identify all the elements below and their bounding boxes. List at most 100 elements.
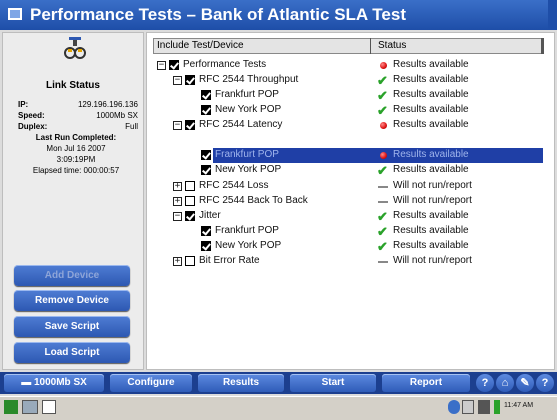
row-status: Will not run/report: [393, 195, 472, 206]
ip-row: IP: 129.196.196.136: [18, 100, 138, 111]
tree-row[interactable]: New York POP ✔ Results available: [153, 104, 543, 118]
row-name: Frankfurt POP: [215, 149, 279, 160]
start-menu-icon[interactable]: [4, 400, 18, 414]
tree-row[interactable]: − RFC 2544 Throughput ✔ Results availabl…: [153, 74, 543, 88]
column-header-status[interactable]: Status: [378, 40, 406, 51]
row-status: Results available: [393, 210, 469, 221]
keyboard-icon[interactable]: [22, 400, 38, 414]
row-status: Results available: [393, 59, 469, 70]
expand-toggle[interactable]: +: [173, 257, 182, 266]
title-bar-edge: [548, 0, 557, 30]
remove-device-button[interactable]: Remove Device: [14, 290, 130, 311]
check-icon: ✔: [377, 224, 388, 239]
include-checkbox[interactable]: [185, 181, 195, 191]
report-button[interactable]: Report: [382, 374, 470, 392]
home-icon[interactable]: ⌂: [496, 374, 514, 392]
row-name: Performance Tests: [183, 59, 267, 70]
collapse-toggle[interactable]: −: [173, 121, 182, 130]
row-status: Results available: [393, 119, 469, 130]
row-name: New York POP: [215, 104, 282, 115]
row-status: Results available: [393, 225, 469, 236]
add-device-button[interactable]: Add Device: [14, 265, 130, 286]
row-name: RFC 2544 Loss: [199, 180, 269, 191]
include-checkbox[interactable]: [185, 211, 195, 221]
include-checkbox[interactable]: [201, 150, 211, 160]
speed-row: Speed: 1000Mb SX: [18, 111, 138, 122]
tree-row[interactable]: − Jitter ✔ Results available: [153, 210, 543, 224]
collapse-toggle[interactable]: −: [173, 76, 182, 85]
row-name: RFC 2544 Latency: [199, 119, 283, 130]
tree-row-selected[interactable]: Frankfurt POP Results available: [153, 149, 543, 163]
include-checkbox[interactable]: [201, 165, 211, 175]
expand-toggle[interactable]: +: [173, 197, 182, 206]
window-icon: [8, 8, 22, 20]
column-end-marker: [541, 38, 544, 54]
duplex-label: Duplex:: [18, 122, 48, 131]
tree-row[interactable]: New York POP ✔ Results available: [153, 164, 543, 178]
ip-label: IP:: [18, 100, 29, 109]
speed-value: 1000Mb SX: [96, 111, 138, 120]
check-icon: ✔: [377, 88, 388, 103]
red-dot-icon: [377, 150, 389, 162]
save-script-button[interactable]: Save Script: [14, 316, 130, 337]
column-header-include[interactable]: Include Test/Device: [157, 40, 244, 51]
include-checkbox[interactable]: [201, 90, 211, 100]
row-name: Frankfurt POP: [215, 89, 279, 100]
red-dot-icon: [377, 60, 389, 72]
expand-toggle[interactable]: +: [173, 182, 182, 191]
help-icon[interactable]: ?: [476, 374, 494, 392]
include-checkbox[interactable]: [201, 226, 211, 236]
extra-help-icon[interactable]: ?: [536, 374, 554, 392]
tree-row[interactable]: + RFC 2544 Back To Back Will not run/rep…: [153, 195, 543, 209]
collapse-toggle[interactable]: −: [173, 212, 182, 221]
volume-icon[interactable]: [478, 400, 490, 414]
speed-label: Speed:: [18, 111, 45, 120]
tree-row[interactable]: + RFC 2544 Loss Will not run/report: [153, 180, 543, 194]
tree-row[interactable]: − Performance Tests Results available: [153, 59, 543, 73]
port-icon: ▬: [21, 377, 34, 388]
red-dot-icon: [377, 120, 389, 132]
load-script-button[interactable]: Load Script: [14, 342, 130, 363]
wrench-icon[interactable]: ✎: [516, 374, 534, 392]
check-icon: ✔: [377, 73, 388, 88]
row-name: New York POP: [215, 240, 282, 251]
row-status: Results available: [393, 104, 469, 115]
battery-icon: [494, 400, 500, 414]
row-status: Will not run/report: [393, 180, 472, 191]
row-status: Results available: [393, 74, 469, 85]
tree-row[interactable]: − RFC 2544 Latency Results available: [153, 119, 543, 133]
row-name: RFC 2544 Back To Back: [199, 195, 308, 206]
last-run-date: Mon Jul 16 2007: [46, 144, 106, 153]
row-name: Jitter: [199, 210, 221, 221]
last-run-time: 3:09:19PM: [56, 155, 96, 164]
duplex-row: Duplex: Full: [18, 122, 138, 133]
include-checkbox[interactable]: [169, 60, 179, 70]
tree-row[interactable]: Frankfurt POP ✔ Results available: [153, 89, 543, 103]
last-run-label: Last Run Completed:: [35, 133, 117, 142]
tree-row[interactable]: New York POP ✔ Results available: [153, 240, 543, 254]
check-icon: ✔: [377, 103, 388, 118]
include-checkbox[interactable]: [201, 241, 211, 251]
window-switch-icon[interactable]: [42, 400, 56, 414]
device-icon[interactable]: [462, 400, 474, 414]
start-button[interactable]: Start: [290, 374, 376, 392]
include-checkbox[interactable]: [185, 120, 195, 130]
tree-row[interactable]: Frankfurt POP ✔ Results available: [153, 225, 543, 239]
include-checkbox[interactable]: [185, 196, 195, 206]
results-button[interactable]: Results: [198, 374, 284, 392]
duplex-value: Full: [125, 122, 138, 131]
port-button[interactable]: ▬ 1000Mb SX: [4, 374, 104, 392]
include-checkbox[interactable]: [201, 105, 211, 115]
check-icon: ✔: [377, 163, 388, 178]
column-divider[interactable]: [370, 38, 371, 54]
dash-icon: [377, 181, 389, 193]
configure-button[interactable]: Configure: [110, 374, 192, 392]
window-title: Performance Tests – Bank of Atlantic SLA…: [30, 5, 406, 24]
include-checkbox[interactable]: [185, 256, 195, 266]
collapse-toggle[interactable]: −: [157, 61, 166, 70]
row-name: Bit Error Rate: [199, 255, 260, 266]
elapsed-time: Elapsed time: 000:00:57: [32, 166, 120, 175]
tree-row[interactable]: + Bit Error Rate Will not run/report: [153, 255, 543, 269]
network-icon[interactable]: [448, 400, 460, 414]
include-checkbox[interactable]: [185, 75, 195, 85]
